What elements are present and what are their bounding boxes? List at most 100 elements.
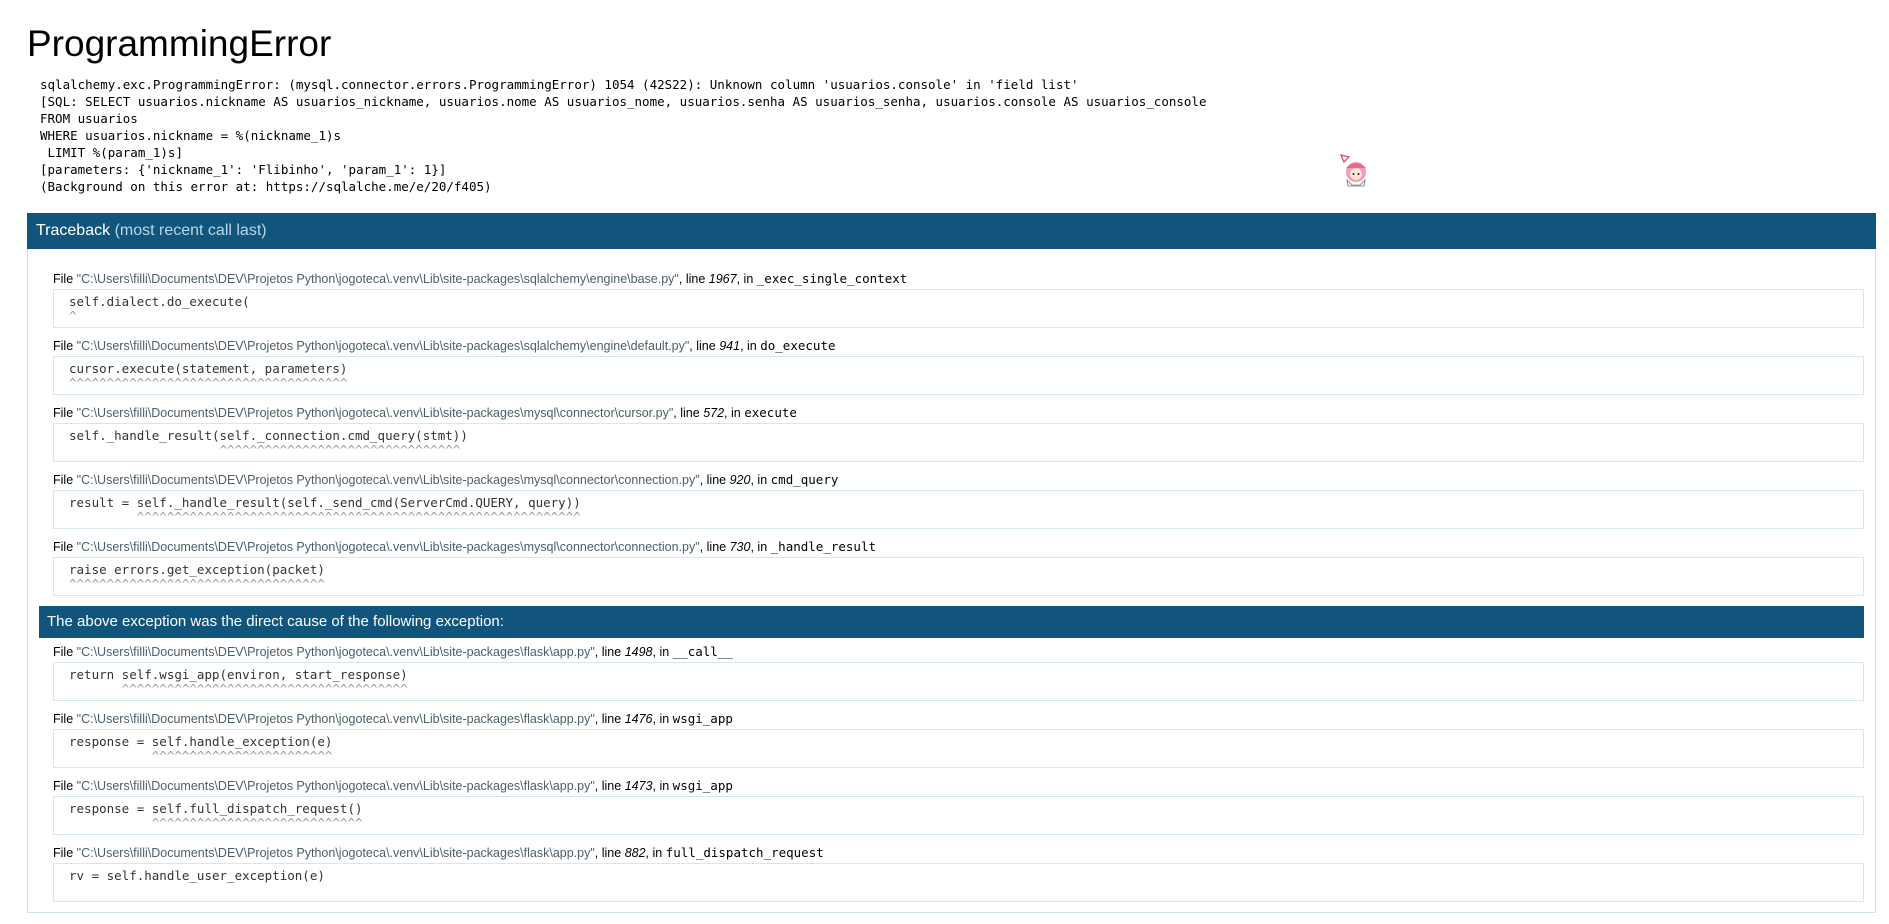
source-code-line: self.dialect.do_execute(: [69, 294, 250, 309]
in-word: in: [747, 339, 757, 353]
frame-source[interactable]: cursor.execute(statement, parameters) ^^^…: [53, 356, 1864, 395]
line-word: line: [680, 406, 700, 420]
line-word: line: [685, 272, 706, 286]
file-word: File: [53, 406, 74, 420]
debugger-page: ProgrammingError sqlalchemy.exc.Programm…: [0, 0, 1889, 913]
frame-source[interactable]: return self.wsgi_app(environ, start_resp…: [53, 662, 1864, 701]
frame-line-number: 882: [624, 846, 646, 860]
frame-line-number: 1473: [624, 779, 653, 793]
file-word: File: [53, 645, 74, 659]
frame-filename[interactable]: "C:\Users\filli\Documents\DEV\Projetos P…: [77, 645, 595, 659]
frame-location: File "C:\Users\filli\Documents\DEV\Proje…: [53, 644, 733, 659]
traceback-body: File "C:\Users\filli\Documents\DEV\Proje…: [27, 249, 1876, 913]
frame-location: File "C:\Users\filli\Documents\DEV\Proje…: [53, 711, 733, 726]
frame-filename[interactable]: "C:\Users\filli\Documents\DEV\Projetos P…: [77, 779, 595, 793]
frame-function: full_dispatch_request: [665, 845, 824, 860]
frame-source[interactable]: result = self._handle_result(self._send_…: [53, 490, 1864, 529]
frame-line-number: 572: [703, 406, 725, 420]
source-code-line: raise errors.get_exception(packet): [69, 562, 325, 577]
frame-function: _handle_result: [770, 539, 876, 554]
traceback-frame: File "C:\Users\filli\Documents\DEV\Proje…: [39, 405, 1864, 462]
frame-line-number: 1967: [708, 272, 737, 286]
frames-after-list: File "C:\Users\filli\Documents\DEV\Proje…: [39, 644, 1864, 902]
in-word: in: [757, 540, 768, 554]
frame-location: File "C:\Users\filli\Documents\DEV\Proje…: [53, 271, 908, 286]
frame-line-number: 1498: [624, 645, 653, 659]
frame-source[interactable]: response = self.full_dispatch_request() …: [53, 796, 1864, 835]
page-title: ProgrammingError: [27, 23, 332, 64]
frame-filename[interactable]: "C:\Users\filli\Documents\DEV\Projetos P…: [77, 473, 700, 487]
frame-filename[interactable]: "C:\Users\filli\Documents\DEV\Projetos P…: [77, 339, 690, 353]
error-caret-marker: ^: [69, 308, 77, 323]
file-word: File: [53, 540, 74, 554]
pink-haired-character-icon: [1340, 154, 1366, 187]
frame-function: __call__: [672, 644, 733, 659]
line-word: line: [601, 712, 622, 726]
frame-filename[interactable]: "C:\Users\filli\Documents\DEV\Projetos P…: [77, 540, 700, 554]
file-word: File: [53, 846, 74, 860]
source-code-line: response = self.full_dispatch_request(): [69, 801, 363, 816]
file-word: File: [53, 272, 74, 286]
frame-function: do_execute: [760, 338, 836, 353]
error-caret-marker: ^^^^^^^^^^^^^^^^^^^^^^^^^^^^^^^^^^: [69, 576, 325, 591]
traceback-label: Traceback: [36, 222, 111, 239]
traceback-frame: File "C:\Users\filli\Documents\DEV\Proje…: [39, 539, 1864, 596]
in-word: in: [659, 779, 670, 793]
source-code-line: rv = self.handle_user_exception(e): [69, 868, 325, 883]
frame-source[interactable]: self._handle_result(self._connection.cmd…: [53, 423, 1864, 462]
frame-line-number: 941: [719, 339, 741, 353]
frame-filename[interactable]: "C:\Users\filli\Documents\DEV\Projetos P…: [77, 712, 595, 726]
source-code-line: response = self.handle_exception(e): [69, 734, 333, 749]
file-word: File: [53, 712, 74, 726]
source-code-line: cursor.execute(statement, parameters): [69, 361, 348, 376]
line-word: line: [696, 339, 716, 353]
in-word: in: [659, 712, 670, 726]
line-word: line: [601, 645, 622, 659]
frame-function: execute: [744, 405, 797, 420]
frame-line-number: 920: [729, 473, 751, 487]
frame-location: File "C:\Users\filli\Documents\DEV\Proje…: [53, 845, 824, 860]
frame-source[interactable]: rv = self.handle_user_exception(e): [53, 863, 1864, 902]
error-message[interactable]: sqlalchemy.exc.ProgrammingError: (mysql.…: [40, 76, 1877, 195]
error-caret-marker: ^^^^^^^^^^^^^^^^^^^^^^^^^^^^: [69, 815, 363, 830]
frame-function: wsgi_app: [672, 711, 733, 726]
traceback-frame: File "C:\Users\filli\Documents\DEV\Proje…: [39, 338, 1864, 395]
in-word: in: [659, 645, 670, 659]
frame-function: wsgi_app: [672, 778, 733, 793]
traceback-frame: File "C:\Users\filli\Documents\DEV\Proje…: [39, 845, 1864, 902]
cause-banner: The above exception was the direct cause…: [39, 606, 1864, 638]
error-caret-marker: ^^^^^^^^^^^^^^^^^^^^^^^^: [69, 748, 333, 763]
traceback-frame: File "C:\Users\filli\Documents\DEV\Proje…: [39, 711, 1864, 768]
in-word: in: [731, 406, 741, 420]
traceback-frame: File "C:\Users\filli\Documents\DEV\Proje…: [39, 271, 1864, 328]
frame-source[interactable]: response = self.handle_exception(e) ^^^^…: [53, 729, 1864, 768]
frame-location: File "C:\Users\filli\Documents\DEV\Proje…: [53, 338, 836, 353]
source-code-line: return self.wsgi_app(environ, start_resp…: [69, 667, 408, 682]
line-word: line: [601, 779, 622, 793]
frame-source[interactable]: raise errors.get_exception(packet) ^^^^^^…: [53, 557, 1864, 596]
frame-filename[interactable]: "C:\Users\filli\Documents\DEV\Projetos P…: [77, 406, 674, 420]
traceback-header[interactable]: Traceback (most recent call last): [27, 213, 1876, 249]
traceback-note: (most recent call last): [114, 222, 267, 239]
frames-before-list: File "C:\Users\filli\Documents\DEV\Proje…: [39, 271, 1864, 596]
frame-filename[interactable]: "C:\Users\filli\Documents\DEV\Projetos P…: [77, 846, 595, 860]
line-word: line: [706, 540, 727, 554]
frame-location: File "C:\Users\filli\Documents\DEV\Proje…: [53, 539, 876, 554]
file-word: File: [53, 473, 74, 487]
line-word: line: [706, 473, 727, 487]
frame-source[interactable]: self.dialect.do_execute(^: [53, 289, 1864, 328]
frame-location: File "C:\Users\filli\Documents\DEV\Proje…: [53, 472, 839, 487]
frame-location: File "C:\Users\filli\Documents\DEV\Proje…: [53, 778, 733, 793]
in-word: in: [743, 272, 754, 286]
source-code-line: self._handle_result(self._connection.cmd…: [69, 428, 468, 443]
file-word: File: [53, 339, 74, 353]
traceback-frame: File "C:\Users\filli\Documents\DEV\Proje…: [39, 778, 1864, 835]
frame-filename[interactable]: "C:\Users\filli\Documents\DEV\Projetos P…: [77, 272, 679, 286]
in-word: in: [652, 846, 663, 860]
error-caret-marker: ^^^^^^^^^^^^^^^^^^^^^^^^^^^^^^^^^^^^^^^^…: [69, 509, 581, 524]
source-code-line: result = self._handle_result(self._send_…: [69, 495, 581, 510]
error-caret-marker: ^^^^^^^^^^^^^^^^^^^^^^^^^^^^^^^^^^^^^: [69, 375, 348, 390]
traceback-frame: File "C:\Users\filli\Documents\DEV\Proje…: [39, 472, 1864, 529]
file-word: File: [53, 779, 74, 793]
error-caret-marker: ^^^^^^^^^^^^^^^^^^^^^^^^^^^^^^^^: [69, 442, 461, 457]
